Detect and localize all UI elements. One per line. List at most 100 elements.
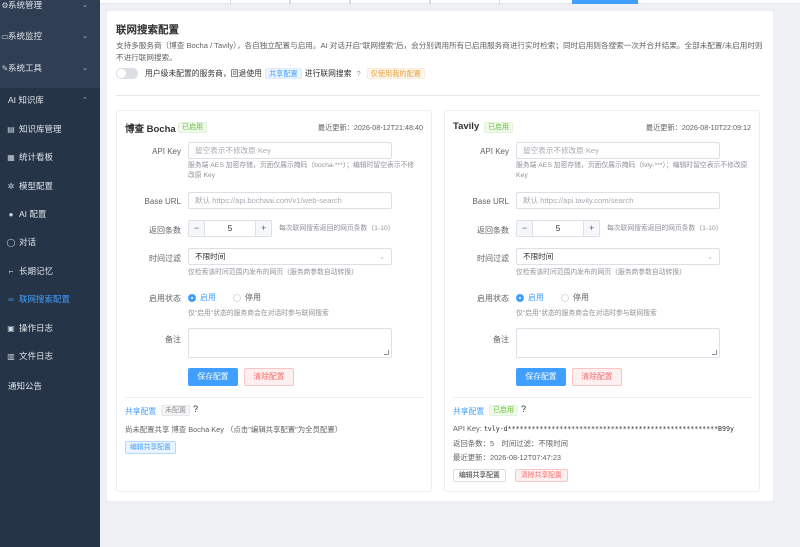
radio-dot: [233, 293, 241, 302]
shared-api-key-label: API Key:: [453, 424, 482, 433]
sidebar-item-system-monitor[interactable]: ▭ 系统监控 ⌄: [0, 22, 100, 50]
chart-icon: ▦: [7, 152, 15, 162]
sidebar-item-chat[interactable]: ◯ 对话: [0, 228, 100, 256]
divider: [116, 95, 760, 96]
log-icon: ▣: [7, 323, 15, 333]
chevron-up-icon: ⌃: [82, 97, 88, 104]
provider-name: Tavily: [453, 121, 480, 132]
shared-api-key-value: tvly-d**********************************…: [483, 425, 734, 433]
clear-button[interactable]: 清除配置: [244, 368, 294, 386]
sidebar-item-web-search-config[interactable]: ∞ 联网搜索配置: [0, 285, 100, 313]
help-icon[interactable]: ?: [521, 404, 526, 414]
sidebar-item-knowledge-base[interactable]: ▤ 知识库管理: [0, 115, 100, 143]
count-value[interactable]: 5: [533, 221, 583, 236]
api-key-input[interactable]: 留空表示不修改原 Key: [516, 142, 720, 159]
radio-dot: [188, 293, 196, 302]
sidebar-item-stats-board[interactable]: ▦ 统计看板: [0, 143, 100, 171]
tab-fragment[interactable]: [350, 0, 430, 4]
tab-active[interactable]: [572, 0, 638, 4]
sidebar-item-notice[interactable]: 通知公告: [0, 372, 100, 400]
count-stepper[interactable]: − 5 +: [188, 220, 272, 237]
edit-shared-config-button[interactable]: 编辑共享配置: [125, 441, 176, 454]
remark-textarea[interactable]: [188, 328, 392, 358]
page-title: 联网搜索配置: [116, 24, 179, 36]
tab-fragment[interactable]: [230, 0, 290, 4]
time-filter-select[interactable]: 不限时间 ⌄: [188, 248, 392, 265]
time-filter-select[interactable]: 不限时间 ⌄: [516, 248, 720, 265]
user-icon: ●: [8, 209, 14, 219]
status-hint: 仅"启用"状态的服务商会在对话时参与联网搜索: [516, 310, 657, 317]
shared-api-key-row: API Key: tvly-d*************************…: [453, 424, 734, 433]
remark-textarea[interactable]: [516, 328, 720, 358]
status-label: 启用状态: [149, 294, 181, 303]
sidebar-item-operation-log[interactable]: ▣ 操作日志: [0, 314, 100, 342]
card-divider: [125, 397, 423, 398]
clear-shared-config-button[interactable]: 清除共享配置: [515, 469, 568, 482]
count-label: 返回条数: [149, 226, 181, 235]
sidebar: ⚙ 系统管理 ⌄ ▭ 系统监控 ⌄ ✎ 系统工具 ⌄ AI 知识库 ⌃ ▤ 知识…: [0, 0, 100, 547]
time-filter-hint: 仅检索该时间范围内发布的网页（服务商参数自动转换）: [516, 269, 686, 276]
count-hint: 每次联网搜索返回的网页条数（1-10）: [279, 225, 395, 232]
only-mine-tag: 仅使用我的配置: [366, 67, 425, 79]
status-radio-enabled[interactable]: 启用: [188, 292, 216, 303]
remark-label: 备注: [165, 335, 181, 344]
save-button[interactable]: 保存配置: [188, 368, 238, 386]
updated-time: 最近更新：2026-08-12T21:48:40: [317, 123, 423, 132]
file-icon: ▥: [7, 351, 15, 361]
radio-label: 停用: [573, 293, 589, 302]
decrement-button[interactable]: −: [189, 221, 205, 236]
status-hint: 仅"启用"状态的服务商会在对话时参与联网搜索: [188, 310, 329, 317]
clear-button[interactable]: 清除配置: [572, 368, 622, 386]
base-url-label: Base URL: [144, 197, 181, 206]
tab-fragment[interactable]: [290, 0, 350, 4]
time-filter-label: 时间过滤: [477, 254, 509, 263]
shared-config-label: 共享配置: [125, 407, 157, 416]
status-badge: 已启用: [178, 122, 207, 133]
sidebar-item-system-management[interactable]: ⚙ 系统管理 ⌄: [0, 0, 100, 19]
card-divider: [453, 397, 751, 398]
status-radio-disabled[interactable]: 停用: [233, 292, 261, 303]
tab-strip: [100, 0, 800, 4]
sidebar-item-file-log[interactable]: ▥ 文件日志: [0, 342, 100, 370]
count-hint: 每次联网搜索返回的网页条数（1-10）: [607, 225, 723, 232]
chevron-down-icon: ⌄: [82, 2, 88, 9]
radio-dot: [516, 293, 524, 302]
shared-empty-text: 尚未配置共享 博查 Bocha Key （点击"编辑共享配置"为全员配置）: [125, 425, 343, 434]
base-url-input[interactable]: 默认 https://api.tavily.com/search: [516, 192, 720, 209]
sidebar-item-system-tools[interactable]: ✎ 系统工具 ⌄: [0, 54, 100, 82]
base-url-input[interactable]: 默认 https://api.bochaai.com/v1/web-search: [188, 192, 392, 209]
count-stepper[interactable]: − 5 +: [516, 220, 600, 237]
shared-config-tag: 共享配置: [264, 67, 302, 79]
increment-button[interactable]: +: [583, 221, 599, 236]
api-key-input[interactable]: 留空表示不修改原 Key: [188, 142, 392, 159]
api-key-hint: 服务端 AES 加密存储，页面仅展示掩码（tvly-***）；编辑时留空表示不修…: [516, 162, 748, 179]
radio-label: 启用: [200, 293, 216, 302]
radio-label: 启用: [528, 293, 544, 302]
chevron-down-icon: ⌄: [707, 254, 713, 261]
sidebar-item-ai-config[interactable]: ● AI 配置: [0, 200, 100, 228]
chevron-down-icon: ⌄: [379, 254, 385, 261]
api-key-label: API Key: [152, 147, 181, 156]
radio-dot: [561, 293, 569, 302]
count-value[interactable]: 5: [205, 221, 255, 236]
status-radio-enabled[interactable]: 启用: [516, 292, 544, 303]
sidebar-item-long-memory[interactable]: ⌐ 长期记忆: [0, 257, 100, 285]
edit-shared-config-button[interactable]: 编辑共享配置: [453, 469, 506, 482]
time-filter-value: 不限时间: [195, 252, 226, 261]
increment-button[interactable]: +: [255, 221, 271, 236]
toggle-text-before: 用户级未配置的服务商，回退使用: [145, 68, 262, 78]
tab-fragment[interactable]: [430, 0, 500, 4]
help-icon[interactable]: ?: [193, 404, 198, 414]
sidebar-item-ai-knowledge[interactable]: AI 知识库 ⌃: [0, 86, 100, 114]
decrement-button[interactable]: −: [517, 221, 533, 236]
time-filter-value: 不限时间: [523, 252, 554, 261]
radio-label: 停用: [245, 293, 261, 302]
chevron-down-icon: ⌄: [82, 65, 88, 72]
shared-fallback-switch[interactable]: [116, 67, 138, 79]
save-button[interactable]: 保存配置: [516, 368, 566, 386]
help-icon[interactable]: ?: [357, 69, 361, 78]
status-radio-disabled[interactable]: 停用: [561, 292, 589, 303]
book-icon: ▤: [7, 124, 15, 134]
sidebar-item-model-config[interactable]: ✲ 模型配置: [0, 172, 100, 200]
link-icon: ∞: [8, 294, 14, 304]
